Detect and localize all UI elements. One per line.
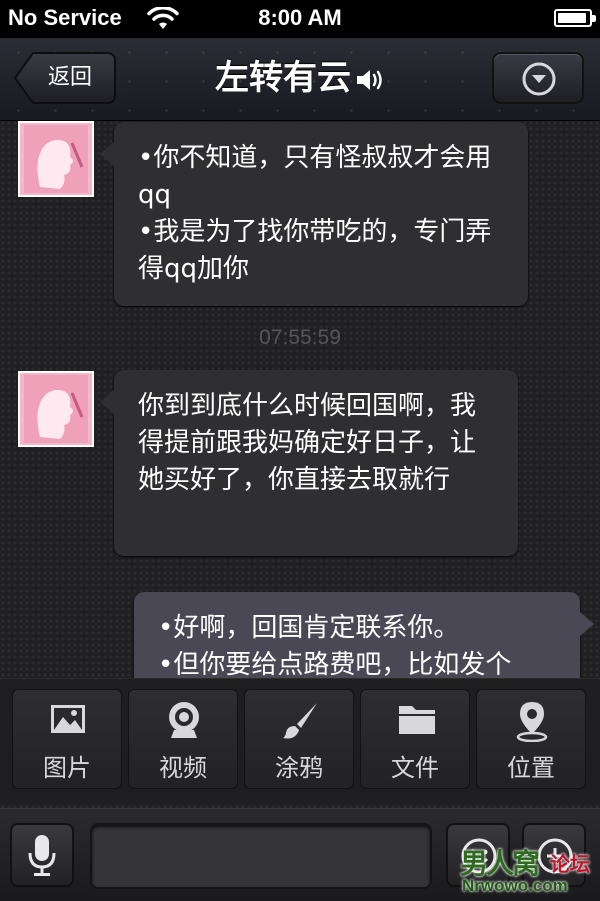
tool-video-button[interactable]: 视频 xyxy=(128,689,238,789)
incoming-message[interactable]: 你到到底什么时候回国啊，我得提前跟我妈确定好日子，让她买好了，你直接去取就行 xyxy=(100,370,518,556)
message-timestamp: 07:55:59 xyxy=(259,326,341,349)
tool-file-button[interactable]: 文件 xyxy=(360,689,470,789)
tool-label: 视频 xyxy=(159,754,207,782)
chevron-down-circle-icon xyxy=(522,62,556,96)
message-line: •我是为了找你带吃的，专门弄得qq加你 xyxy=(138,217,492,284)
image-icon xyxy=(51,705,85,733)
tool-label: 文件 xyxy=(391,754,439,782)
tool-location-button[interactable]: 位置 xyxy=(476,689,586,789)
message-input[interactable] xyxy=(90,823,432,889)
microphone-icon xyxy=(28,835,56,876)
tool-label: 位置 xyxy=(507,754,555,782)
incoming-message[interactable]: •你不知道，只有怪叔叔才会用qq •我是为了找你带吃的，专门弄得qq加你 xyxy=(100,122,528,306)
contact-avatar[interactable] xyxy=(18,121,94,197)
more-options-button[interactable] xyxy=(492,52,584,104)
speaker-icon xyxy=(357,69,382,90)
folder-icon xyxy=(399,706,435,734)
tool-label: 涂鸦 xyxy=(275,754,323,782)
clock: 8:00 AM xyxy=(258,5,342,30)
tool-image-button[interactable]: 图片 xyxy=(12,689,122,789)
tool-doodle-button[interactable]: 涂鸦 xyxy=(244,689,354,789)
voice-input-button[interactable] xyxy=(10,823,74,887)
brush-icon xyxy=(283,703,317,739)
webcam-icon xyxy=(169,702,199,738)
chat-title-text: 左转有云 xyxy=(215,58,351,98)
message-line: 你到到底什么时候回国啊，我得提前跟我妈确定好日子，让她买好了，你直接去取就行 xyxy=(138,391,477,495)
nav-bar: 返回 左转有云 xyxy=(0,38,600,121)
status-bar: No Service 8:00 AM xyxy=(0,0,600,38)
watermark-url: Nrwowo.com xyxy=(462,876,568,895)
avatar-image xyxy=(20,373,92,445)
location-pin-icon xyxy=(516,702,548,742)
watermark: 男人窝 论坛 Nrwowo.com xyxy=(456,842,596,898)
watermark-forum: 论坛 xyxy=(550,852,590,876)
battery-icon xyxy=(554,9,596,27)
avatar-image xyxy=(20,123,92,195)
attachment-toolbar: 图片 视频 涂鸦 文件 位置 xyxy=(0,678,600,803)
contact-avatar[interactable] xyxy=(18,371,94,447)
message-line: •好啊，回国肯定联系你。 xyxy=(158,613,460,643)
tool-label: 图片 xyxy=(43,754,91,782)
message-line: •你不知道，只有怪叔叔才会用qq xyxy=(138,143,492,210)
